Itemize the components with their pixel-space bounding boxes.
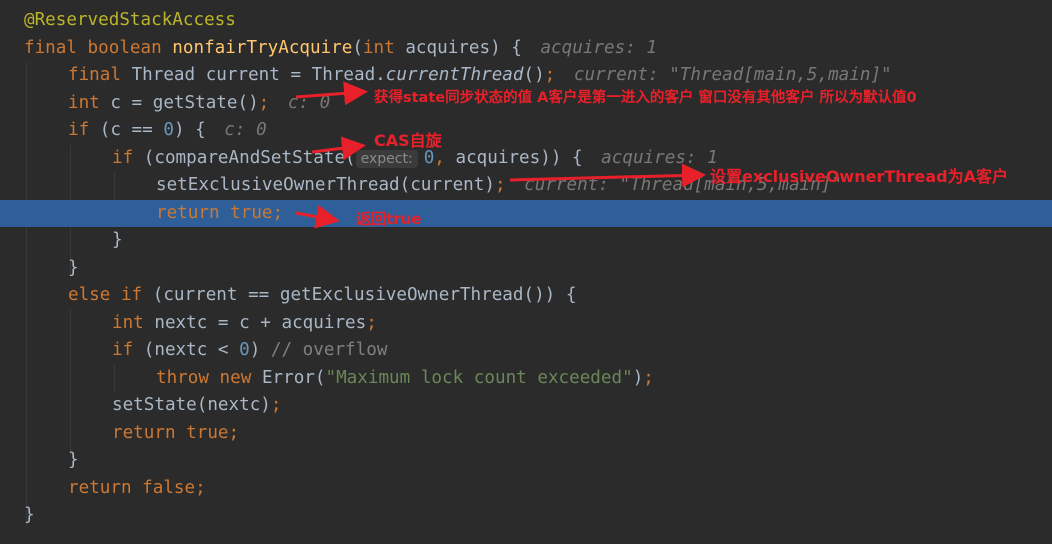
return-annotation: 返回true [356, 210, 422, 228]
state-annotation: 获得state同步状态的值 A客户是第一进入的客户 窗口没有其他客户 所以为默认… [374, 90, 917, 106]
arrow-return [295, 204, 340, 229]
cas-annotation: CAS自旋 [374, 131, 442, 150]
arrow-owner [509, 163, 706, 188]
annotation-arrows [295, 81, 706, 229]
arrow-state [295, 81, 368, 106]
arrow-cas [311, 136, 366, 161]
owner-annotation: 设置exclusiveOwnerThread为A客户 [710, 167, 1009, 186]
